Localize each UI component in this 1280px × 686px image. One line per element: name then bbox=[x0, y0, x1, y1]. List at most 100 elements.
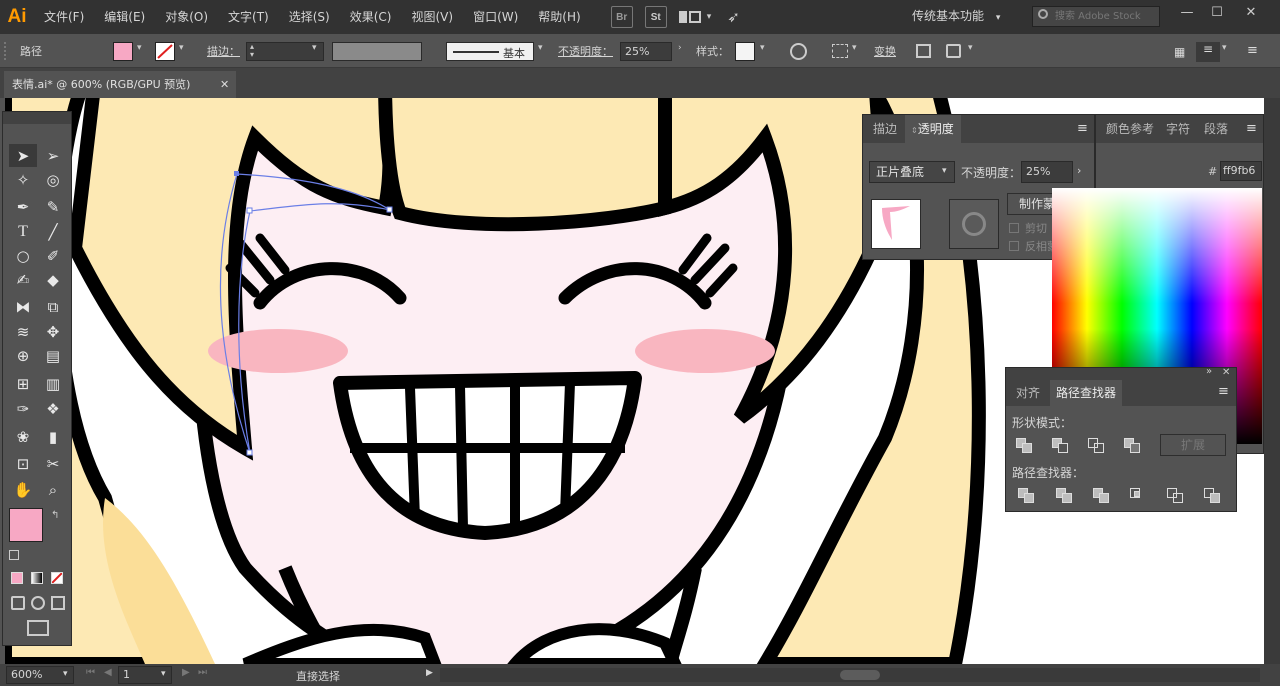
divide-icon[interactable] bbox=[1018, 488, 1036, 504]
clip-checkbox[interactable] bbox=[1009, 223, 1019, 233]
ellipse-tool-icon[interactable]: ○ bbox=[9, 244, 37, 267]
align-icon[interactable] bbox=[832, 44, 848, 58]
minimize-button[interactable]: — bbox=[1172, 2, 1202, 24]
close-icon[interactable]: ✕ bbox=[220, 71, 229, 98]
hand-tool-icon[interactable]: ✋ bbox=[9, 478, 37, 501]
line-tool-icon[interactable]: ╱ bbox=[39, 220, 67, 243]
symbol-sprayer-tool-icon[interactable]: ❀ bbox=[9, 425, 37, 448]
invert-mask-checkbox[interactable] bbox=[1009, 241, 1019, 251]
opacity-input[interactable]: 25% bbox=[620, 42, 672, 61]
menu-select[interactable]: 选择(S) bbox=[279, 0, 340, 34]
status-menu-icon[interactable]: ▶ bbox=[426, 668, 433, 678]
brush-definition[interactable]: 基本 bbox=[446, 42, 534, 61]
bridge-icon[interactable]: Br bbox=[610, 6, 633, 28]
horizontal-scrollbar[interactable] bbox=[440, 668, 1260, 682]
eraser-tool-icon[interactable]: ◆ bbox=[39, 268, 67, 291]
reflect-tool-icon[interactable]: ⧓ bbox=[9, 295, 37, 318]
exclude-icon[interactable] bbox=[1124, 438, 1142, 454]
collapse-icon[interactable]: » bbox=[1206, 366, 1212, 377]
menu-file[interactable]: 文件(F) bbox=[34, 0, 94, 34]
trim-icon[interactable] bbox=[1056, 488, 1074, 504]
paintbrush-tool-icon[interactable]: ✐ bbox=[39, 244, 67, 267]
arrange-icon[interactable] bbox=[946, 44, 961, 58]
mesh-tool-icon[interactable]: ⊞ bbox=[9, 372, 37, 395]
menu-help[interactable]: 帮助(H) bbox=[528, 0, 590, 34]
anchor-point[interactable] bbox=[386, 206, 393, 213]
chevron-down-icon[interactable]: ▾ bbox=[179, 43, 184, 53]
draw-inside-icon[interactable] bbox=[51, 596, 65, 610]
panel-layout-icon[interactable]: ≡ bbox=[1196, 42, 1220, 62]
intersect-icon[interactable] bbox=[1088, 438, 1106, 454]
graphic-style-swatch[interactable] bbox=[735, 42, 755, 61]
workspace-switcher[interactable]: 传统基本功能 ▾ bbox=[912, 7, 1000, 24]
panel-menu-icon[interactable]: ≡ bbox=[1247, 43, 1258, 58]
tab-transparency[interactable]: ⇕透明度 bbox=[905, 115, 961, 143]
curvature-tool-icon[interactable]: ✎ bbox=[39, 195, 67, 218]
zoom-select[interactable]: 600% ▾ bbox=[6, 666, 74, 684]
tab-pathfinder[interactable]: 路径查找器 bbox=[1050, 380, 1123, 406]
menu-view[interactable]: 视图(V) bbox=[401, 0, 463, 34]
close-button[interactable]: ✕ bbox=[1236, 2, 1266, 24]
swap-fill-stroke-icon[interactable]: ↰ bbox=[51, 510, 59, 521]
tab-align[interactable]: 对齐 bbox=[1010, 380, 1046, 406]
artboard-select[interactable]: 1 ▾ bbox=[118, 666, 172, 684]
lasso-tool-icon[interactable]: ◎ bbox=[39, 168, 67, 191]
puppet-warp-tool-icon[interactable]: ✥ bbox=[39, 320, 67, 343]
anchor-point[interactable] bbox=[246, 207, 253, 214]
chevron-down-icon[interactable]: ▾ bbox=[538, 43, 543, 53]
scale-tool-icon[interactable]: ⧉ bbox=[39, 295, 67, 318]
perspective-grid-tool-icon[interactable]: ▤ bbox=[39, 344, 67, 367]
first-artboard-icon[interactable]: ⏮ bbox=[86, 667, 95, 678]
tab-color-guide[interactable]: 颜色参考 bbox=[1100, 115, 1160, 143]
tab-paragraph[interactable]: 段落 bbox=[1198, 115, 1234, 143]
mask-placeholder[interactable] bbox=[949, 199, 999, 249]
gpu-performance-icon[interactable]: ➶ bbox=[727, 8, 740, 26]
column-graph-tool-icon[interactable]: ▮ bbox=[39, 425, 67, 448]
previous-artboard-icon[interactable]: ◀ bbox=[104, 667, 112, 678]
panel-grip[interactable]: » ✕ bbox=[1006, 366, 1236, 380]
next-artboard-icon[interactable]: ▶ bbox=[182, 667, 190, 678]
default-colors-icon[interactable] bbox=[9, 550, 19, 560]
grid-view-icon[interactable]: ▦ bbox=[1174, 45, 1185, 59]
variable-width-profile[interactable] bbox=[332, 42, 422, 61]
chevron-down-icon[interactable]: ▾ bbox=[707, 12, 712, 22]
menu-effect[interactable]: 效果(C) bbox=[340, 0, 402, 34]
chevron-down-icon[interactable]: ▾ bbox=[968, 43, 973, 53]
chevron-down-icon[interactable]: ▾ bbox=[312, 43, 317, 53]
panel-menu-icon[interactable]: ≡ bbox=[1246, 121, 1257, 136]
hex-input[interactable]: ff9fb6 bbox=[1220, 161, 1262, 181]
fill-swatch[interactable] bbox=[9, 508, 43, 542]
direct-selection-tool-icon[interactable]: ➢ bbox=[39, 144, 67, 167]
stock-search-input[interactable]: 搜索 Adobe Stock bbox=[1032, 6, 1160, 27]
none-mode-icon[interactable] bbox=[51, 572, 63, 584]
opacity-label[interactable]: 不透明度： bbox=[558, 43, 613, 59]
anchor-point[interactable] bbox=[234, 171, 239, 176]
document-tab[interactable]: 表情.ai* @ 600% (RGB/GPU 预览) ✕ bbox=[4, 71, 236, 98]
menu-edit[interactable]: 编辑(E) bbox=[94, 0, 155, 34]
stroke-color-swatch[interactable] bbox=[155, 42, 175, 61]
fill-color-swatch[interactable] bbox=[113, 42, 133, 61]
recolor-artwork-icon[interactable] bbox=[790, 43, 807, 60]
warp-tool-icon[interactable]: ≋ bbox=[9, 320, 37, 343]
blend-tool-icon[interactable]: ❖ bbox=[39, 397, 67, 420]
merge-icon[interactable] bbox=[1093, 488, 1111, 504]
chevron-right-icon[interactable]: › bbox=[1077, 164, 1081, 177]
chevron-right-icon[interactable]: › bbox=[678, 43, 682, 53]
color-mode-icon[interactable] bbox=[11, 572, 23, 584]
gradient-mode-icon[interactable] bbox=[31, 572, 43, 584]
expand-button[interactable]: 扩展 bbox=[1160, 434, 1226, 456]
panel-menu-icon[interactable]: ≡ bbox=[1077, 121, 1088, 136]
tab-character[interactable]: 字符 bbox=[1160, 115, 1196, 143]
chevron-down-icon[interactable]: ▾ bbox=[137, 43, 142, 53]
opacity-input[interactable]: 25% bbox=[1021, 161, 1073, 183]
transform-link[interactable]: 变换 bbox=[874, 43, 896, 59]
vertical-scrollbar[interactable] bbox=[1264, 98, 1280, 664]
isolate-icon[interactable] bbox=[916, 44, 931, 58]
chevron-down-icon[interactable]: ▾ bbox=[760, 43, 765, 53]
slice-tool-icon[interactable]: ✂ bbox=[39, 452, 67, 475]
outline-icon[interactable] bbox=[1167, 488, 1185, 504]
maximize-button[interactable]: ☐ bbox=[1202, 2, 1232, 24]
blend-mode-select[interactable]: 正片叠底 ▾ bbox=[869, 161, 955, 183]
anchor-point[interactable] bbox=[246, 449, 253, 456]
stock-icon[interactable]: St bbox=[644, 6, 667, 28]
